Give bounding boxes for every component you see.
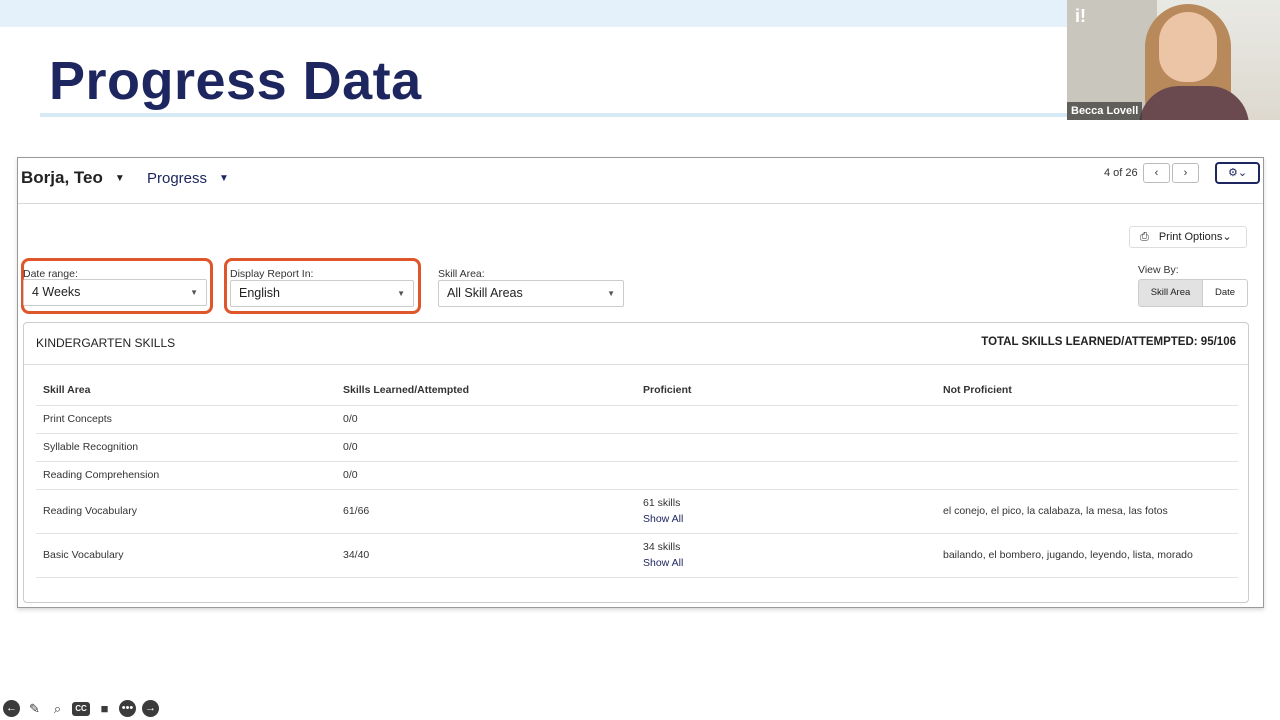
app-window: Borja, Teo ▼ Progress ▼ 4 of 26 ‹ › ⚙⌄ ⎙ Pr…	[17, 157, 1264, 608]
skills-learned-cell: 0/0	[336, 461, 636, 490]
table-row: Reading Vocabulary 61/66 61 skills Show …	[36, 489, 1238, 534]
view-by-date-button[interactable]: Date	[1202, 279, 1248, 307]
panel-title: KINDERGARTEN SKILLS	[36, 336, 176, 350]
column-header-not-proficient: Not Proficient	[936, 375, 1238, 406]
skill-area-cell: Reading Vocabulary	[36, 489, 336, 534]
skill-area-cell: Print Concepts	[36, 405, 336, 434]
back-arrow-icon[interactable]: ←	[3, 700, 20, 717]
panel-header: KINDERGARTEN SKILLS TOTAL SKILLS LEARNED…	[24, 323, 1248, 365]
view-by-skill-area-button[interactable]: Skill Area	[1138, 279, 1203, 307]
proficient-cell	[636, 461, 936, 490]
more-icon[interactable]: •••	[119, 700, 136, 717]
app-header: Borja, Teo ▼ Progress ▼ 4 of 26 ‹ › ⚙⌄	[18, 158, 1263, 204]
camera-icon[interactable]: ■	[96, 700, 113, 717]
skills-learned-cell: 61/66	[336, 489, 636, 534]
table-row: Syllable Recognition 0/0	[36, 433, 1238, 462]
caret-down-icon: ▼	[397, 289, 405, 298]
gear-icon: ⚙⌄	[1227, 167, 1248, 179]
not-proficient-cell	[936, 405, 1238, 434]
skills-learned-cell: 0/0	[336, 433, 636, 462]
caret-down-icon: ▼	[190, 288, 198, 297]
caret-down-icon: ▼	[114, 173, 125, 184]
forward-arrow-icon[interactable]: →	[142, 700, 159, 717]
student-counter: 4 of 26	[1104, 167, 1138, 179]
skills-table: Skill Area Skills Learned/Attempted Prof…	[36, 375, 1238, 578]
total-skills: TOTAL SKILLS LEARNED/ATTEMPTED: 95/106	[981, 336, 1236, 348]
chevron-down-icon: ⌄	[1222, 231, 1232, 243]
settings-button[interactable]: ⚙⌄	[1215, 162, 1260, 184]
skill-area-cell: Basic Vocabulary	[36, 533, 336, 578]
skill-area-cell: Reading Comprehension	[36, 461, 336, 490]
not-proficient-cell: bailando, el bombero, jugando, leyendo, …	[936, 533, 1238, 578]
skills-learned-cell: 0/0	[336, 405, 636, 434]
column-header-proficient: Proficient	[636, 375, 936, 406]
slide-title: Progress Data	[49, 51, 422, 111]
not-proficient-cell: el conejo, el pico, la calabaza, la mesa…	[936, 489, 1238, 534]
caret-down-icon: ▼	[219, 173, 229, 184]
printer-icon: ⎙	[1140, 231, 1149, 243]
print-options-button[interactable]: ⎙ Print Options⌄	[1129, 226, 1247, 248]
proficient-count: 61 skills	[643, 497, 681, 509]
presenter-name: Becca Lovell	[1067, 102, 1143, 120]
table-row: Print Concepts 0/0	[36, 405, 1238, 434]
previous-student-button[interactable]: ‹	[1143, 163, 1170, 183]
proficient-cell: 61 skills Show All	[636, 489, 936, 534]
skill-area-value: All Skill Areas	[447, 286, 523, 300]
caret-down-icon: ▼	[607, 289, 615, 298]
table-row: Basic Vocabulary 34/40 34 skills Show Al…	[36, 533, 1238, 578]
skill-area-select[interactable]: All Skill Areas ▼	[438, 280, 624, 307]
student-name: Borja, Teo	[21, 168, 103, 187]
kindergarten-skills-panel: KINDERGARTEN SKILLS TOTAL SKILLS LEARNED…	[23, 322, 1249, 603]
display-report-value: English	[239, 286, 280, 300]
pen-icon[interactable]: ✎	[26, 700, 43, 717]
view-by-label: View By:	[1138, 264, 1179, 276]
captions-icon[interactable]: CC	[72, 702, 90, 716]
column-header-skill-area: Skill Area	[36, 375, 336, 406]
not-proficient-cell	[936, 433, 1238, 462]
show-all-link[interactable]: Show All	[643, 513, 936, 525]
display-report-select[interactable]: English ▼	[230, 280, 414, 307]
report-type-label: Progress	[147, 170, 208, 187]
title-underline	[40, 113, 1080, 117]
print-options-label: Print Options	[1158, 231, 1223, 243]
date-range-select[interactable]: 4 Weeks ▼	[23, 279, 207, 306]
chevron-left-icon: ‹	[1154, 167, 1159, 179]
not-proficient-cell	[936, 461, 1238, 490]
video-logo: i!	[1075, 6, 1086, 26]
proficient-count: 34 skills	[643, 541, 681, 553]
proficient-cell: 34 skills Show All	[636, 533, 936, 578]
presenter-video: i! Becca Lovell	[1067, 0, 1280, 120]
table-row: Reading Comprehension 0/0	[36, 461, 1238, 490]
date-range-value: 4 Weeks	[32, 285, 81, 299]
table-header-row: Skill Area Skills Learned/Attempted Prof…	[36, 375, 1238, 406]
report-type-selector[interactable]: Progress ▼	[147, 170, 229, 187]
presentation-toolbar: ← ✎ ⌕ CC ■ ••• →	[3, 700, 159, 718]
student-selector[interactable]: Borja, Teo ▼	[21, 168, 125, 188]
column-header-skills-learned: Skills Learned/Attempted	[336, 375, 636, 406]
magnifier-icon[interactable]: ⌕	[49, 700, 66, 717]
next-student-button[interactable]: ›	[1172, 163, 1199, 183]
proficient-cell	[636, 433, 936, 462]
skill-area-cell: Syllable Recognition	[36, 433, 336, 462]
presenter-face	[1159, 12, 1217, 82]
skills-learned-cell: 34/40	[336, 533, 636, 578]
proficient-cell	[636, 405, 936, 434]
chevron-right-icon: ›	[1183, 167, 1188, 179]
show-all-link[interactable]: Show All	[643, 557, 936, 569]
